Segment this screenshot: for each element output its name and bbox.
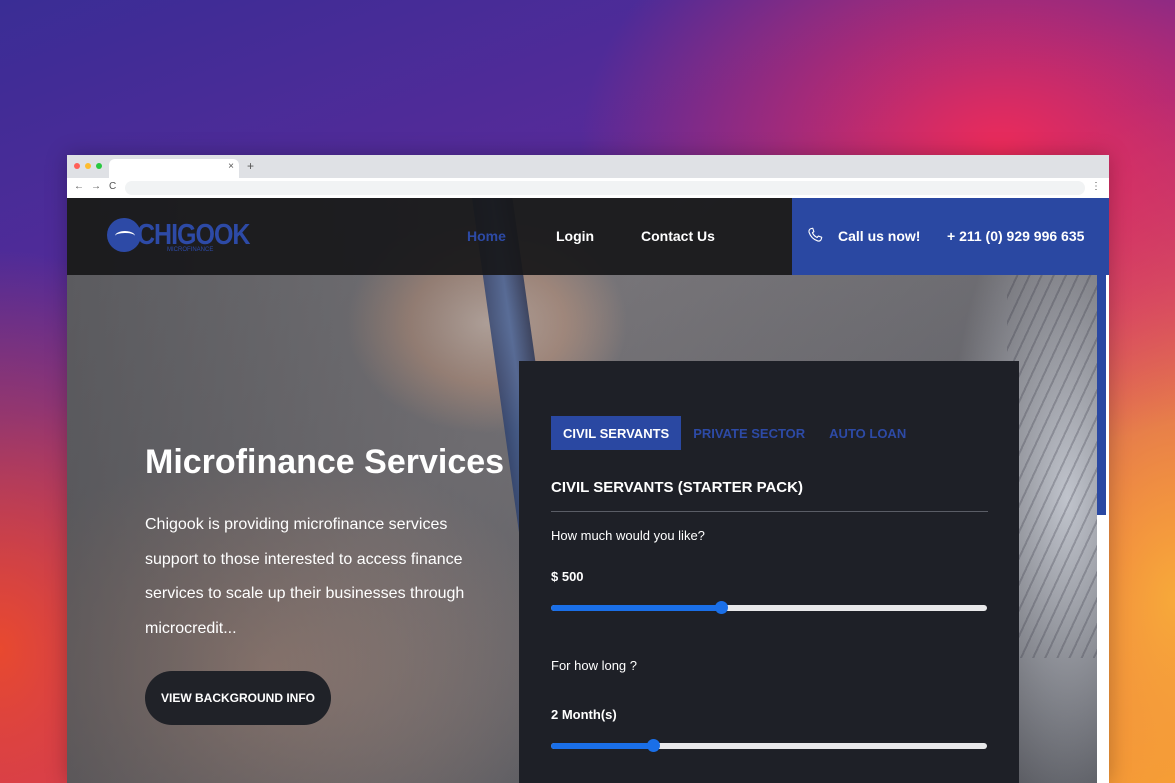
duration-slider-fill xyxy=(551,743,654,749)
tab-civil-servants[interactable]: CIVIL SERVANTS xyxy=(551,416,682,450)
amount-value: $ 500 xyxy=(551,569,584,584)
duration-slider[interactable] xyxy=(551,739,987,752)
call-box[interactable]: Call us now! + 211 (0) 929 996 635 xyxy=(792,198,1109,275)
nav-contact-us[interactable]: Contact Us xyxy=(641,228,715,244)
reload-icon[interactable]: C xyxy=(109,181,116,192)
loan-type-tabs: CIVIL SERVANTS PRIVATE SECTOR AUTO LOAN xyxy=(551,416,918,450)
duration-value: 2 Month(s) xyxy=(551,707,617,722)
phone-icon xyxy=(808,227,823,242)
tab-auto-loan[interactable]: AUTO LOAN xyxy=(817,416,918,450)
browser-address-bar: ← → C ⋮ xyxy=(67,178,1109,199)
browser-tab-bar: × + xyxy=(67,155,1109,178)
document-image xyxy=(1007,218,1107,658)
browser-menu-icon[interactable]: ⋮ xyxy=(1091,181,1101,192)
back-icon[interactable]: ← xyxy=(74,181,84,192)
close-icon[interactable]: × xyxy=(228,161,234,172)
call-label: Call us now! xyxy=(838,228,921,244)
window-controls xyxy=(74,163,102,169)
forward-icon[interactable]: → xyxy=(91,181,101,192)
logo-subtitle: MICROFINANCE xyxy=(167,247,214,253)
logo[interactable]: CHIGOOK MICROFINANCE xyxy=(107,218,250,253)
url-input[interactable] xyxy=(125,181,1085,195)
divider xyxy=(551,511,988,512)
duration-question: For how long ? xyxy=(551,658,637,673)
close-window-dot[interactable] xyxy=(74,163,80,169)
amount-slider-handle[interactable] xyxy=(715,601,729,614)
amount-question: How much would you like? xyxy=(551,528,705,543)
browser-window: × + ← → C ⋮ CHIGOOK MICROFINANCE Home Lo… xyxy=(67,155,1109,783)
amount-slider-fill xyxy=(551,605,722,611)
duration-slider-handle[interactable] xyxy=(647,739,661,752)
view-background-info-button[interactable]: VIEW BACKGROUND INFO xyxy=(145,671,331,725)
call-number[interactable]: + 211 (0) 929 996 635 xyxy=(947,228,1084,244)
loan-calculator-panel: CIVIL SERVANTS PRIVATE SECTOR AUTO LOAN … xyxy=(519,361,1019,783)
hero-description: Chigook is providing microfinance servic… xyxy=(145,516,465,637)
tab-private-sector[interactable]: PRIVATE SECTOR xyxy=(681,416,817,450)
hero-title: Microfinance Services xyxy=(145,443,505,481)
website: CHIGOOK MICROFINANCE Home Login Contact … xyxy=(67,198,1109,783)
logo-emblem-icon xyxy=(107,218,141,252)
minimize-window-dot[interactable] xyxy=(85,163,91,169)
nav-login[interactable]: Login xyxy=(556,228,594,244)
browser-tab[interactable]: × xyxy=(109,159,239,178)
calculator-heading: CIVIL SERVANTS (STARTER PACK) xyxy=(551,479,803,496)
side-accent xyxy=(1097,275,1106,515)
new-tab-icon[interactable]: + xyxy=(247,159,254,173)
site-header: CHIGOOK MICROFINANCE Home Login Contact … xyxy=(67,198,1109,275)
maximize-window-dot[interactable] xyxy=(96,163,102,169)
nav-home[interactable]: Home xyxy=(467,228,506,244)
amount-slider[interactable] xyxy=(551,601,987,614)
